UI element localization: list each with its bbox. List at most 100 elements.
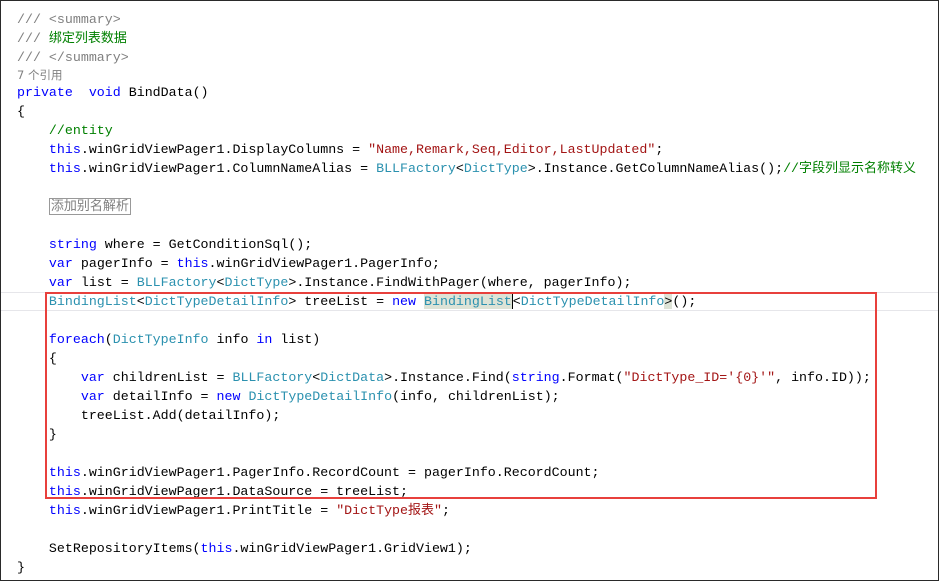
- code-editor[interactable]: /// <summary> /// 绑定列表数据 /// </summary> 7 个…: [17, 10, 938, 577]
- code-line[interactable]: var list = BLLFactory<DictType>.Instance…: [17, 273, 938, 292]
- type-token: DictData: [320, 370, 385, 385]
- code-line[interactable]: }: [17, 558, 938, 577]
- code-line[interactable]: [17, 178, 938, 197]
- code-line[interactable]: //entity: [17, 121, 938, 140]
- code-token: where = GetConditionSql();: [96, 237, 313, 252]
- code-token: ;: [655, 142, 664, 157]
- code-line[interactable]: this.winGridViewPager1.ColumnNameAlias =…: [17, 159, 938, 178]
- code-line[interactable]: string where = GetConditionSql();: [17, 235, 938, 254]
- code-line[interactable]: private void BindData(): [17, 83, 938, 102]
- code-line[interactable]: 7 个引用: [17, 67, 938, 83]
- string-token: "Name,Remark,Seq,Editor,LastUpdated": [368, 142, 656, 157]
- code-line[interactable]: treeList.Add(detailInfo);: [17, 406, 938, 425]
- code-line[interactable]: }: [17, 425, 938, 444]
- code-token: <: [136, 294, 145, 309]
- comment-token: 绑定列表数据: [48, 31, 127, 46]
- code-token: , info.ID));: [775, 370, 871, 385]
- code-line[interactable]: [17, 216, 938, 235]
- comment-token: //: [783, 161, 800, 176]
- code-token: >.Instance.Find(: [384, 370, 512, 385]
- code-line[interactable]: [17, 311, 938, 330]
- type-token: BindingList: [48, 294, 137, 309]
- reference-count-link[interactable]: 7 个引用: [17, 68, 62, 82]
- code-token: {: [48, 351, 57, 366]
- comment-token: 字段列显示名称转义: [799, 161, 917, 176]
- type-token: BLLFactory: [376, 161, 456, 176]
- code-line[interactable]: this.winGridViewPager1.PagerInfo.RecordC…: [17, 463, 938, 482]
- doc-comment-token: ///: [17, 31, 49, 46]
- code-line[interactable]: var childrenList = BLLFactory<DictData>.…: [17, 368, 938, 387]
- keyword-token: foreach: [48, 332, 105, 347]
- code-token: .winGridViewPager1.DisplayColumns =: [80, 142, 369, 157]
- code-line[interactable]: {: [17, 349, 938, 368]
- code-line-current[interactable]: BindingList<DictTypeDetailInfo> treeList…: [1, 292, 938, 311]
- code-token: detailInfo =: [104, 389, 217, 404]
- code-line[interactable]: var detailInfo = new DictTypeDetailInfo(…: [17, 387, 938, 406]
- comment-token: //entity: [48, 123, 113, 138]
- code-token: pagerInfo =: [72, 256, 177, 271]
- code-line[interactable]: /// 绑定列表数据: [17, 29, 938, 48]
- type-token: DictTypeDetailInfo: [520, 294, 665, 309]
- string-token: "DictType_ID='{0}'": [623, 370, 776, 385]
- type-token: DictTypeDetailInfo: [248, 389, 393, 404]
- type-token: DictType: [463, 161, 528, 176]
- code-token: >.Instance.GetColumnNameAlias();: [527, 161, 784, 176]
- collapsed-region-button[interactable]: 添加别名解析: [48, 198, 131, 215]
- keyword-token: this: [48, 503, 81, 518]
- keyword-token: string: [48, 237, 97, 252]
- keyword-token: void: [88, 85, 121, 100]
- code-token: list =: [72, 275, 137, 290]
- code-line[interactable]: this.winGridViewPager1.DataSource = tree…: [17, 482, 938, 501]
- keyword-token: string: [511, 370, 560, 385]
- keyword-token: private: [17, 85, 73, 100]
- code-line[interactable]: foreach(DictTypeInfo info in list): [17, 330, 938, 349]
- keyword-token: var: [80, 389, 105, 404]
- code-line[interactable]: /// </summary>: [17, 48, 938, 67]
- code-line[interactable]: this.winGridViewPager1.PrintTitle = "Dic…: [17, 501, 938, 520]
- string-token: "DictType: [336, 503, 409, 518]
- code-token: list): [272, 332, 321, 347]
- code-token: SetRepositoryItems(: [48, 541, 201, 556]
- code-line[interactable]: var pagerInfo = this.winGridViewPager1.P…: [17, 254, 938, 273]
- keyword-token: new: [216, 389, 241, 404]
- keyword-token: var: [48, 256, 73, 271]
- code-token: .winGridViewPager1.PagerInfo;: [208, 256, 440, 271]
- code-line[interactable]: this.winGridViewPager1.DisplayColumns = …: [17, 140, 938, 159]
- code-token: .winGridViewPager1.GridView1);: [232, 541, 472, 556]
- code-token: .winGridViewPager1.PrintTitle =: [80, 503, 337, 518]
- keyword-token: this: [48, 142, 81, 157]
- code-line[interactable]: [17, 444, 938, 463]
- code-token: .Format(: [559, 370, 624, 385]
- code-token: (: [104, 332, 113, 347]
- type-token: DictType: [224, 275, 289, 290]
- type-token: BLLFactory: [136, 275, 217, 290]
- keyword-token: var: [80, 370, 105, 385]
- code-token: ;: [442, 503, 450, 518]
- code-token: <: [455, 161, 464, 176]
- code-line[interactable]: SetRepositoryItems(this.winGridViewPager…: [17, 539, 938, 558]
- keyword-token: this: [48, 161, 81, 176]
- code-line[interactable]: /// <summary>: [17, 10, 938, 29]
- code-token: .winGridViewPager1.DataSource = treeList…: [80, 484, 409, 499]
- code-token: .winGridViewPager1.ColumnNameAlias =: [80, 161, 377, 176]
- type-token: DictTypeInfo: [112, 332, 209, 347]
- code-token: (info, childrenList);: [392, 389, 560, 404]
- code-token: BindData(): [120, 85, 209, 100]
- type-token: BLLFactory: [232, 370, 313, 385]
- code-token: .winGridViewPager1.PagerInfo.RecordCount…: [80, 465, 600, 480]
- code-line[interactable]: 添加别名解析: [17, 197, 938, 216]
- code-line[interactable]: {: [17, 102, 938, 121]
- code-line[interactable]: [17, 520, 938, 539]
- keyword-token: new: [392, 294, 417, 309]
